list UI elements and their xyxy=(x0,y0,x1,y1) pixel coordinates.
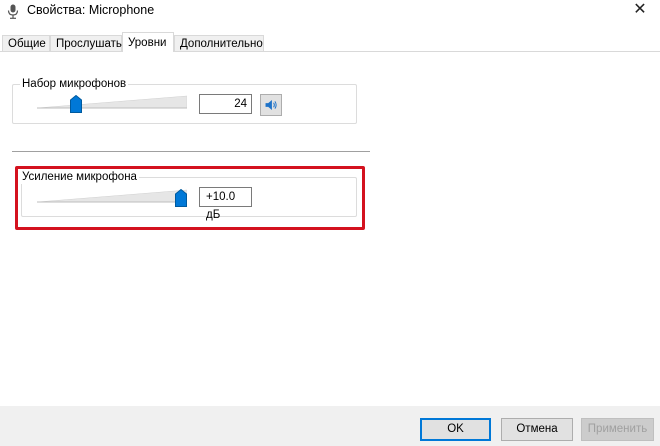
tab-advanced[interactable]: Дополнительно xyxy=(174,35,264,51)
speaker-icon xyxy=(265,100,277,110)
tab-strip: Общие Прослушать Уровни Дополнительно xyxy=(0,32,660,52)
highlight-frame xyxy=(15,166,365,230)
tab-general[interactable]: Общие xyxy=(2,35,50,51)
slider-track xyxy=(37,95,187,109)
microphone-level-slider[interactable] xyxy=(37,92,187,114)
tab-label: Уровни xyxy=(128,37,167,49)
tab-levels[interactable]: Уровни xyxy=(122,32,174,52)
mute-toggle-button[interactable] xyxy=(260,94,282,116)
close-button[interactable]: ✕ xyxy=(620,0,660,22)
microphone-slider-thumb[interactable] xyxy=(70,95,82,113)
tab-listen[interactable]: Прослушать xyxy=(50,35,122,51)
close-icon: ✕ xyxy=(633,1,647,18)
ok-button[interactable]: OK xyxy=(420,418,491,441)
window-title: Свойства: Microphone xyxy=(27,3,155,17)
cancel-button[interactable]: Отмена xyxy=(501,418,573,441)
apply-button[interactable]: Применить xyxy=(581,418,654,441)
tab-panel-border xyxy=(0,51,660,52)
microphone-level-value[interactable]: 24 xyxy=(199,94,252,114)
title-bar: Свойства: Microphone ✕ xyxy=(0,0,660,22)
section-separator xyxy=(12,151,370,152)
tab-label: Прослушать xyxy=(56,38,122,50)
dialog-footer: OK Отмена Применить xyxy=(0,406,660,446)
tab-label: Общие xyxy=(8,38,46,50)
microphone-level-label: Набор микрофонов xyxy=(20,78,129,91)
microphone-icon xyxy=(7,4,19,19)
tab-label: Дополнительно xyxy=(180,38,263,50)
